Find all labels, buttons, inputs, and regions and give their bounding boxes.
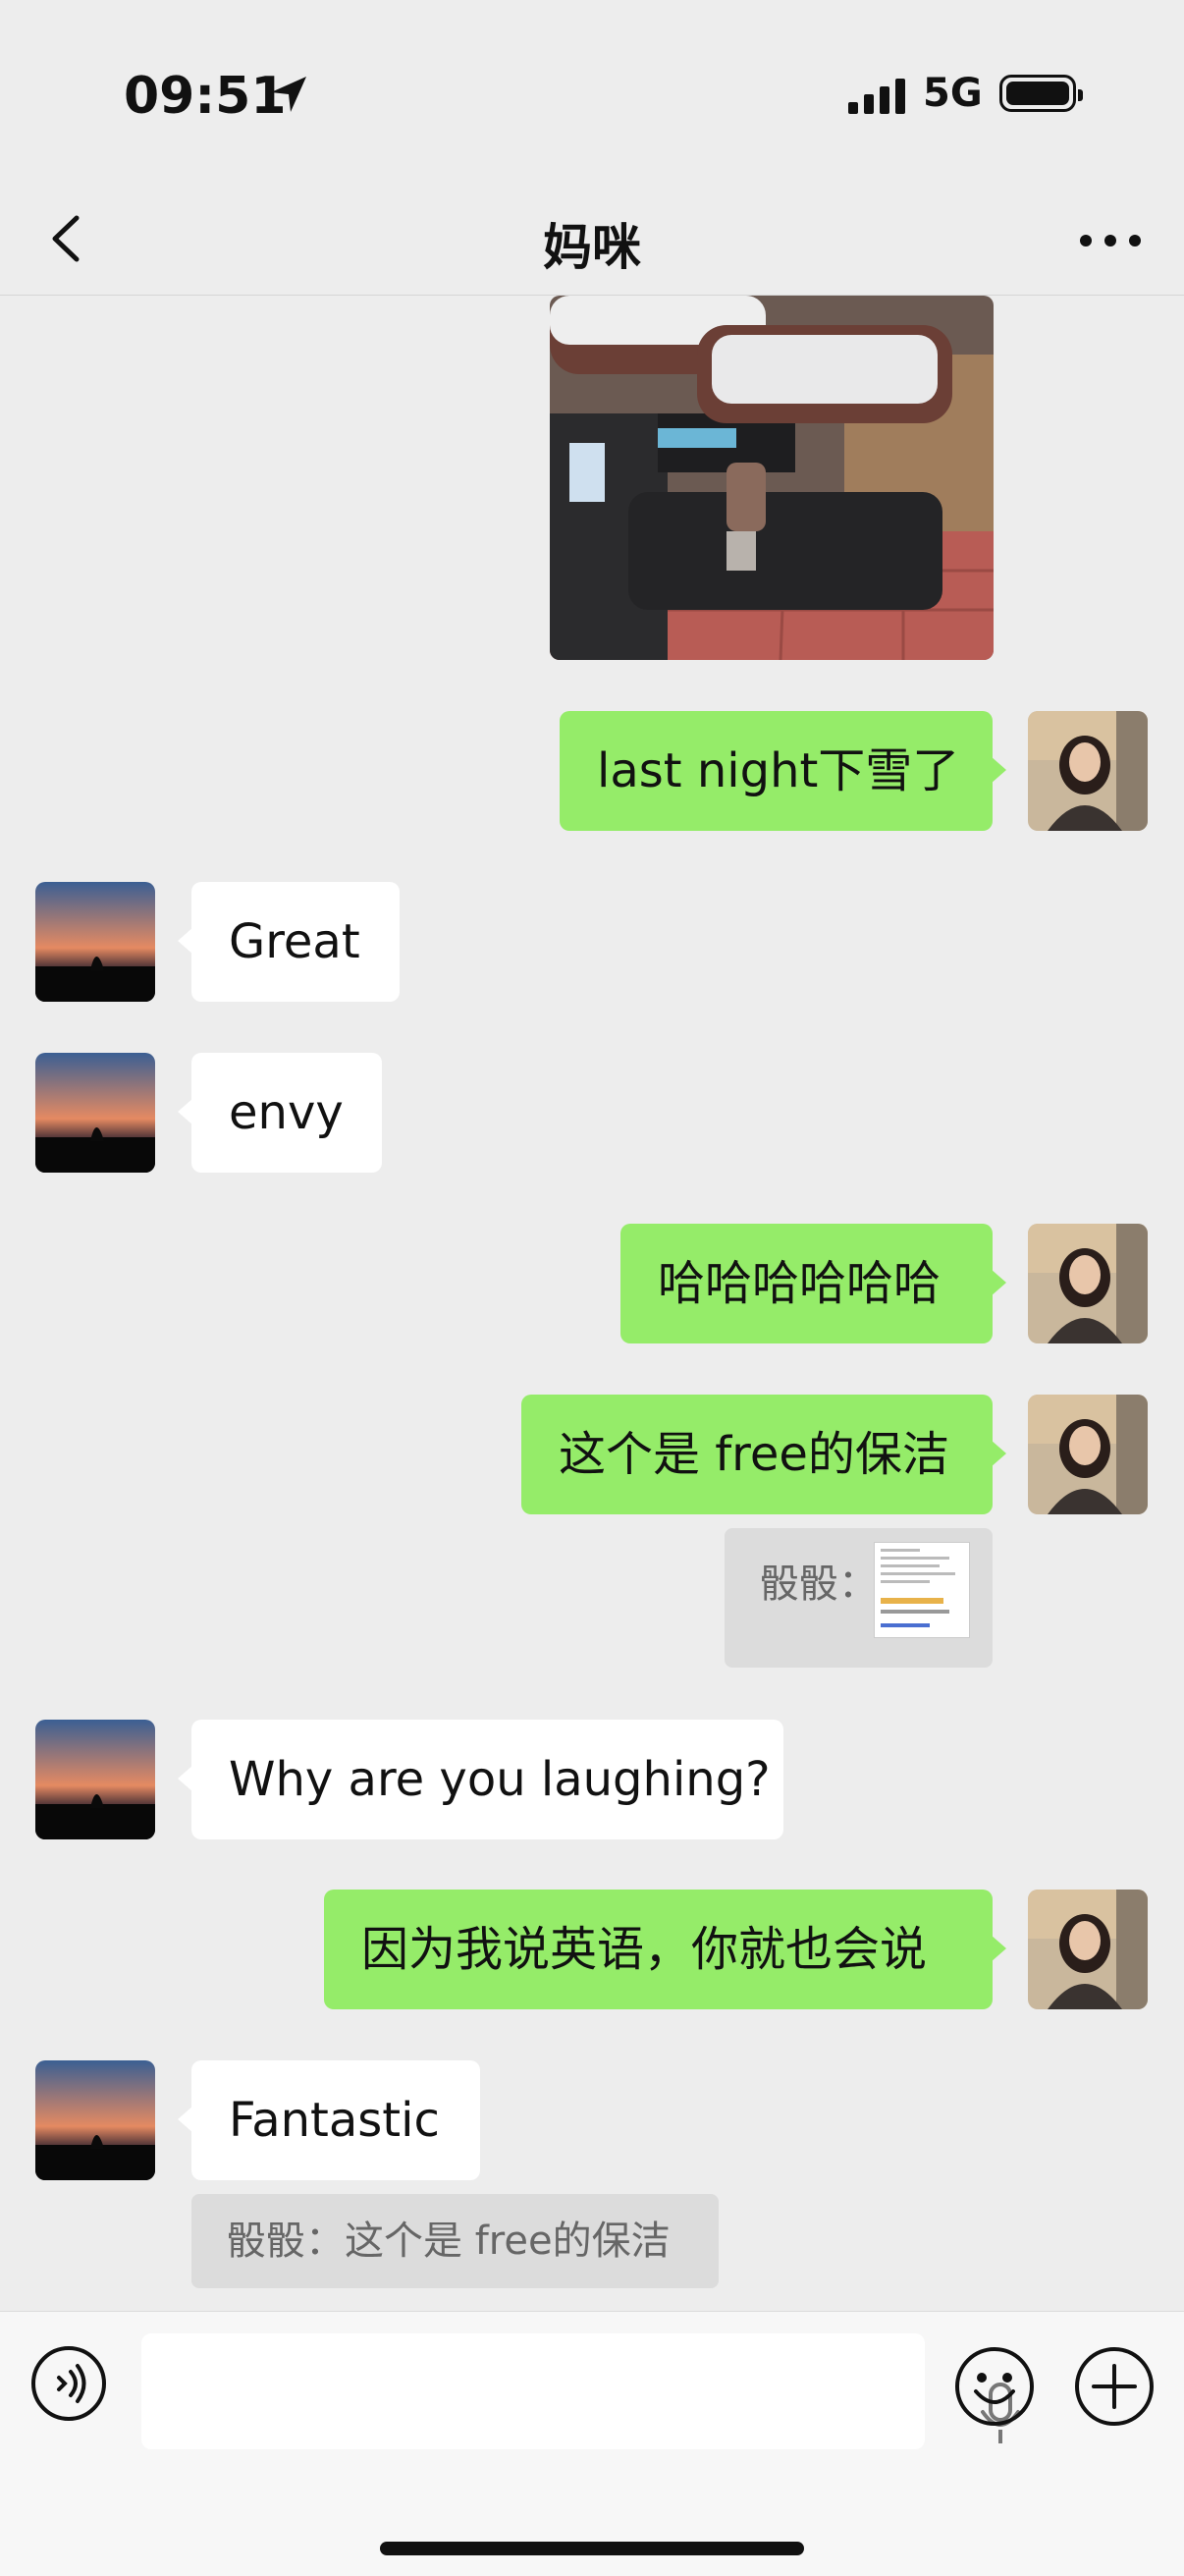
battery-icon xyxy=(999,75,1083,112)
chat-bubble-sent[interactable]: last night下雪了 xyxy=(560,711,1006,831)
contact-avatar[interactable] xyxy=(35,2060,155,2180)
chat-bubble-received[interactable]: Fantastic xyxy=(178,2060,480,2180)
my-avatar[interactable] xyxy=(1028,711,1148,831)
status-time: 09:51 xyxy=(124,67,287,126)
location-arrow-icon xyxy=(271,77,306,112)
input-bar xyxy=(0,2311,1184,2576)
quoted-message-image[interactable]: 骰骰： xyxy=(725,1528,993,1668)
status-bar: 09:51 5G xyxy=(0,0,1184,187)
my-avatar[interactable] xyxy=(1028,1395,1148,1514)
quoted-message-text[interactable]: 骰骰：这个是 free的保洁 xyxy=(191,2194,719,2288)
image-message[interactable] xyxy=(550,296,994,660)
add-attachment-icon[interactable] xyxy=(1072,2344,1157,2429)
chat-bubble-sent[interactable]: 因为我说英语，你就也会说 xyxy=(324,1890,1006,2009)
chat-bubble-received[interactable]: Great xyxy=(178,882,400,1002)
contact-avatar[interactable] xyxy=(35,1053,155,1173)
chat-bubble-sent[interactable]: 哈哈哈哈哈哈 xyxy=(620,1224,1006,1343)
network-type: 5G xyxy=(923,71,983,116)
chat-bubble-received[interactable]: Why are you laughing? xyxy=(178,1720,783,1839)
message-list[interactable]: last night下雪了 Great envy 哈哈哈哈哈哈 这个是 free… xyxy=(0,296,1184,2311)
chat-title: 妈咪 xyxy=(543,219,641,276)
quoted-screenshot-thumbnail xyxy=(874,1542,970,1638)
contact-avatar[interactable] xyxy=(35,882,155,1002)
contact-avatar[interactable] xyxy=(35,1720,155,1839)
chat-bubble-received[interactable]: envy xyxy=(178,1053,382,1173)
home-indicator[interactable] xyxy=(380,2542,804,2555)
chat-header: 妈咪 xyxy=(0,187,1184,296)
scooter-photo xyxy=(550,296,994,660)
quote-author: 骰骰： xyxy=(760,1562,878,1607)
cellular-signal-icon xyxy=(848,79,905,114)
more-options-icon[interactable] xyxy=(1076,216,1145,265)
emoji-icon[interactable] xyxy=(952,2344,1037,2429)
voice-mode-icon[interactable] xyxy=(29,2344,108,2423)
my-avatar[interactable] xyxy=(1028,1224,1148,1343)
my-avatar[interactable] xyxy=(1028,1890,1148,2009)
message-input[interactable] xyxy=(141,2333,1020,2449)
chat-bubble-sent[interactable]: 这个是 free的保洁 xyxy=(521,1395,1006,1514)
